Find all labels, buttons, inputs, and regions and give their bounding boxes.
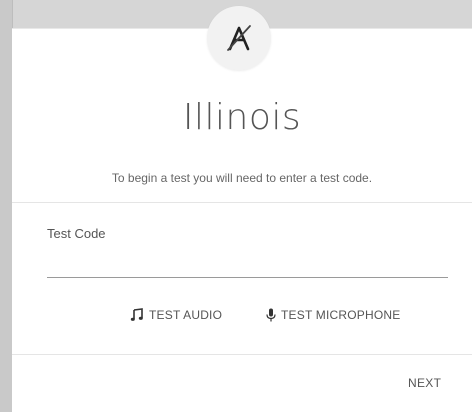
test-code-label: Test Code <box>47 226 106 241</box>
page-title: Illinois <box>182 97 302 138</box>
a-letter-logo-icon <box>224 23 254 53</box>
test-audio-button[interactable]: TEST AUDIO <box>130 304 222 326</box>
test-code-input[interactable] <box>47 250 448 278</box>
divider <box>12 202 472 203</box>
instruction-text: To begin a test you will need to enter a… <box>111 171 373 185</box>
test-microphone-label: TEST MICROPHONE <box>281 308 401 322</box>
divider <box>12 354 472 355</box>
test-audio-label: TEST AUDIO <box>149 308 223 322</box>
microphone-icon <box>266 308 276 322</box>
next-button[interactable]: NEXT <box>408 376 441 390</box>
music-note-icon <box>130 308 144 322</box>
test-microphone-button[interactable]: TEST MICROPHONE <box>266 304 400 326</box>
page: Illinois To begin a test you will need t… <box>0 0 472 412</box>
logo-badge <box>207 6 271 70</box>
